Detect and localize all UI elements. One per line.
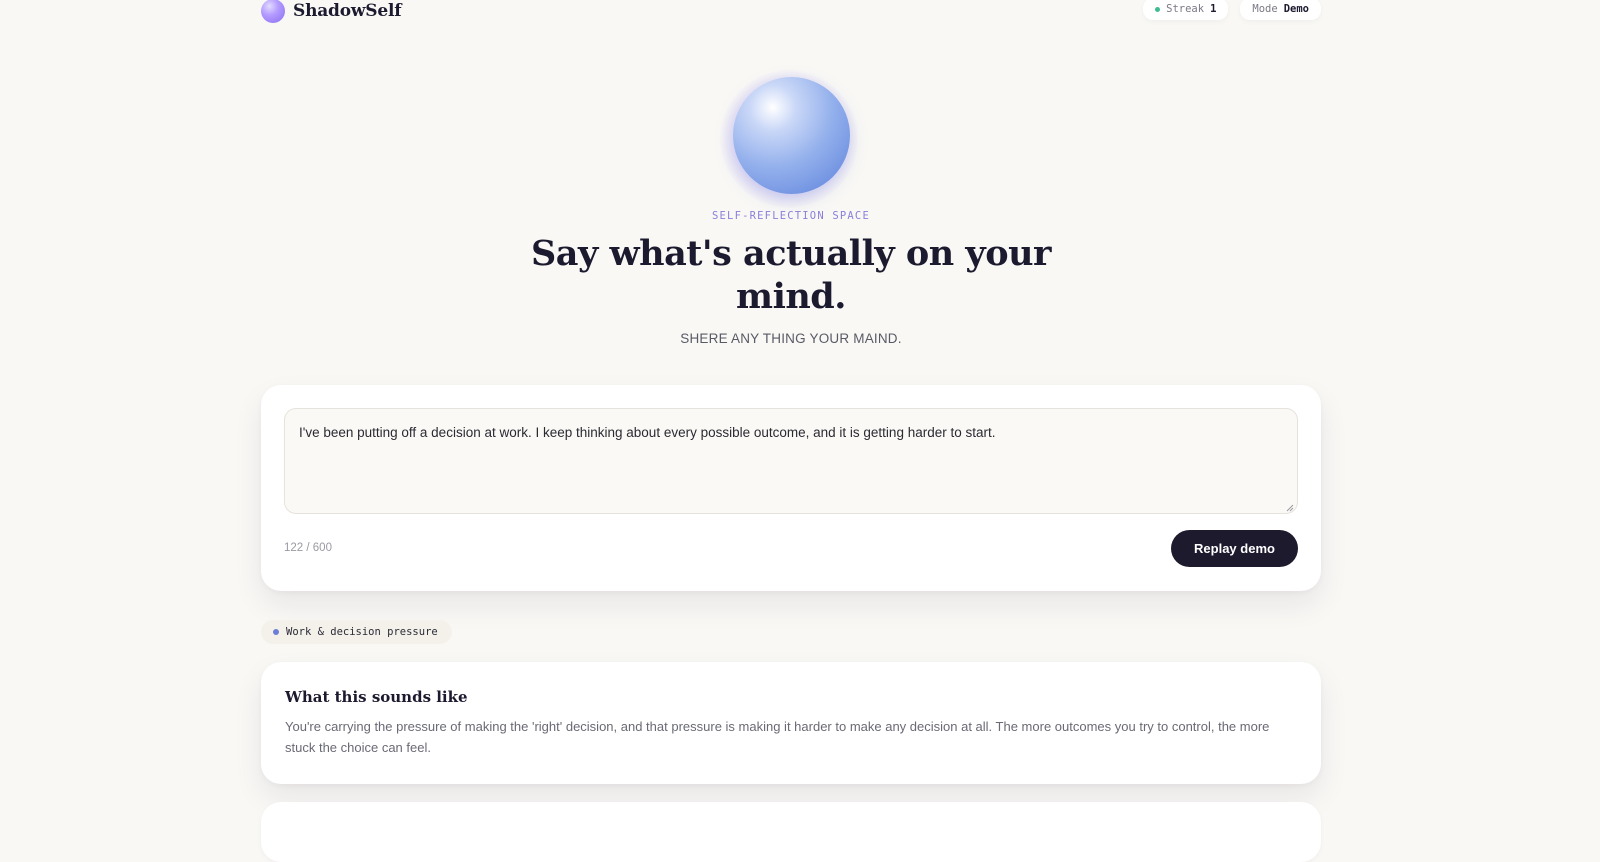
topic-tag-label: Work & decision pressure [286, 626, 438, 638]
replay-demo-button[interactable]: Replay demo [1171, 530, 1298, 567]
insight-title: What this sounds like [285, 688, 468, 706]
reflection-input[interactable]: I've been putting off a decision at work… [284, 408, 1298, 514]
resize-grip-icon[interactable] [1286, 504, 1294, 512]
hero-orb [733, 77, 850, 194]
next-card [261, 802, 1321, 862]
topic-dot-icon [273, 629, 279, 635]
hero-headline: Say what's actually on your mind. [261, 232, 1321, 318]
top-bar: ShadowSelf Streak 1 Mode Demo [261, 0, 1321, 24]
streak-label: Streak [1166, 3, 1205, 15]
hero-subline: SHERE ANY THING YOUR MAIND. [680, 331, 902, 346]
hero-eyebrow: SELF-REFLECTION SPACE [712, 210, 870, 222]
composer-card: I've been putting off a decision at work… [261, 385, 1321, 591]
character-counter: 122 / 600 [284, 542, 332, 554]
streak-value: 1 [1210, 3, 1217, 15]
hero-headline-line-2: mind. [736, 276, 846, 317]
mode-label: Mode [1252, 3, 1278, 15]
streak-dot-icon [1155, 6, 1161, 12]
insight-card: What this sounds like You're carrying th… [261, 662, 1321, 784]
streak-pill: Streak 1 [1143, 0, 1229, 20]
brand-orb-icon [261, 0, 285, 23]
mode-value: Demo [1283, 3, 1309, 15]
status-pills: Streak 1 Mode Demo [1143, 0, 1321, 20]
hero-headline-line-1: Say what's actually on your [531, 233, 1051, 274]
insight-body: You're carrying the pressure of making t… [285, 719, 1270, 755]
topic-tag: Work & decision pressure [261, 620, 452, 644]
brand[interactable]: ShadowSelf [261, 0, 402, 23]
mode-pill: Mode Demo [1240, 0, 1321, 20]
brand-name: ShadowSelf [293, 1, 402, 21]
